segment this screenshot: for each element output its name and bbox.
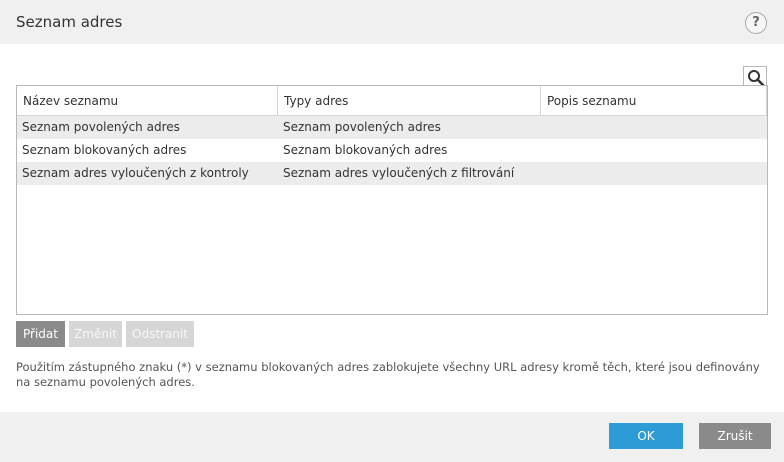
dialog-title: Seznam adres: [16, 13, 123, 31]
cell-address-types: Seznam povolených adres: [283, 120, 441, 134]
cancel-button[interactable]: Zrušit: [699, 423, 771, 449]
table-row[interactable]: Seznam adres vyloučených z kontroly Sezn…: [17, 162, 767, 185]
cell-description: [541, 139, 767, 162]
cell-description: [541, 162, 767, 185]
add-button[interactable]: Přidat: [16, 321, 65, 347]
edit-button[interactable]: Změnit: [69, 321, 122, 347]
cell-list-name: Seznam adres vyloučených z kontroly: [22, 166, 249, 180]
table-body: Seznam povolených adres Seznam povolenýc…: [17, 116, 767, 185]
help-button[interactable]: ?: [745, 12, 767, 34]
remove-button[interactable]: Odstranit: [126, 321, 194, 347]
column-header-address-types[interactable]: Typy adres: [278, 86, 541, 116]
cell-description: [541, 116, 767, 139]
wildcard-note: Použitím zástupného znaku (*) v seznamu …: [16, 360, 760, 389]
dialog-footer: OK Zrušit: [0, 412, 784, 462]
address-list-table: Název seznamu Typy adres Popis seznamu S…: [16, 85, 768, 315]
table-header: Název seznamu Typy adres Popis seznamu: [17, 86, 767, 116]
cell-list-name: Seznam blokovaných adres: [22, 143, 187, 157]
dialog-content: Název seznamu Typy adres Popis seznamu S…: [0, 44, 784, 412]
ok-button[interactable]: OK: [609, 423, 683, 449]
cell-list-name: Seznam povolených adres: [22, 120, 180, 134]
table-row[interactable]: Seznam blokovaných adres Seznam blokovan…: [17, 139, 767, 162]
table-actions: Přidat Změnit Odstranit: [16, 321, 198, 347]
column-header-list-name[interactable]: Název seznamu: [17, 86, 278, 116]
cell-address-types: Seznam adres vyloučených z filtrování: [283, 166, 515, 180]
dialog-header: Seznam adres ?: [0, 0, 784, 44]
cell-address-types: Seznam blokovaných adres: [283, 143, 448, 157]
column-header-description[interactable]: Popis seznamu: [541, 86, 767, 116]
table-row[interactable]: Seznam povolených adres Seznam povolenýc…: [17, 116, 767, 139]
